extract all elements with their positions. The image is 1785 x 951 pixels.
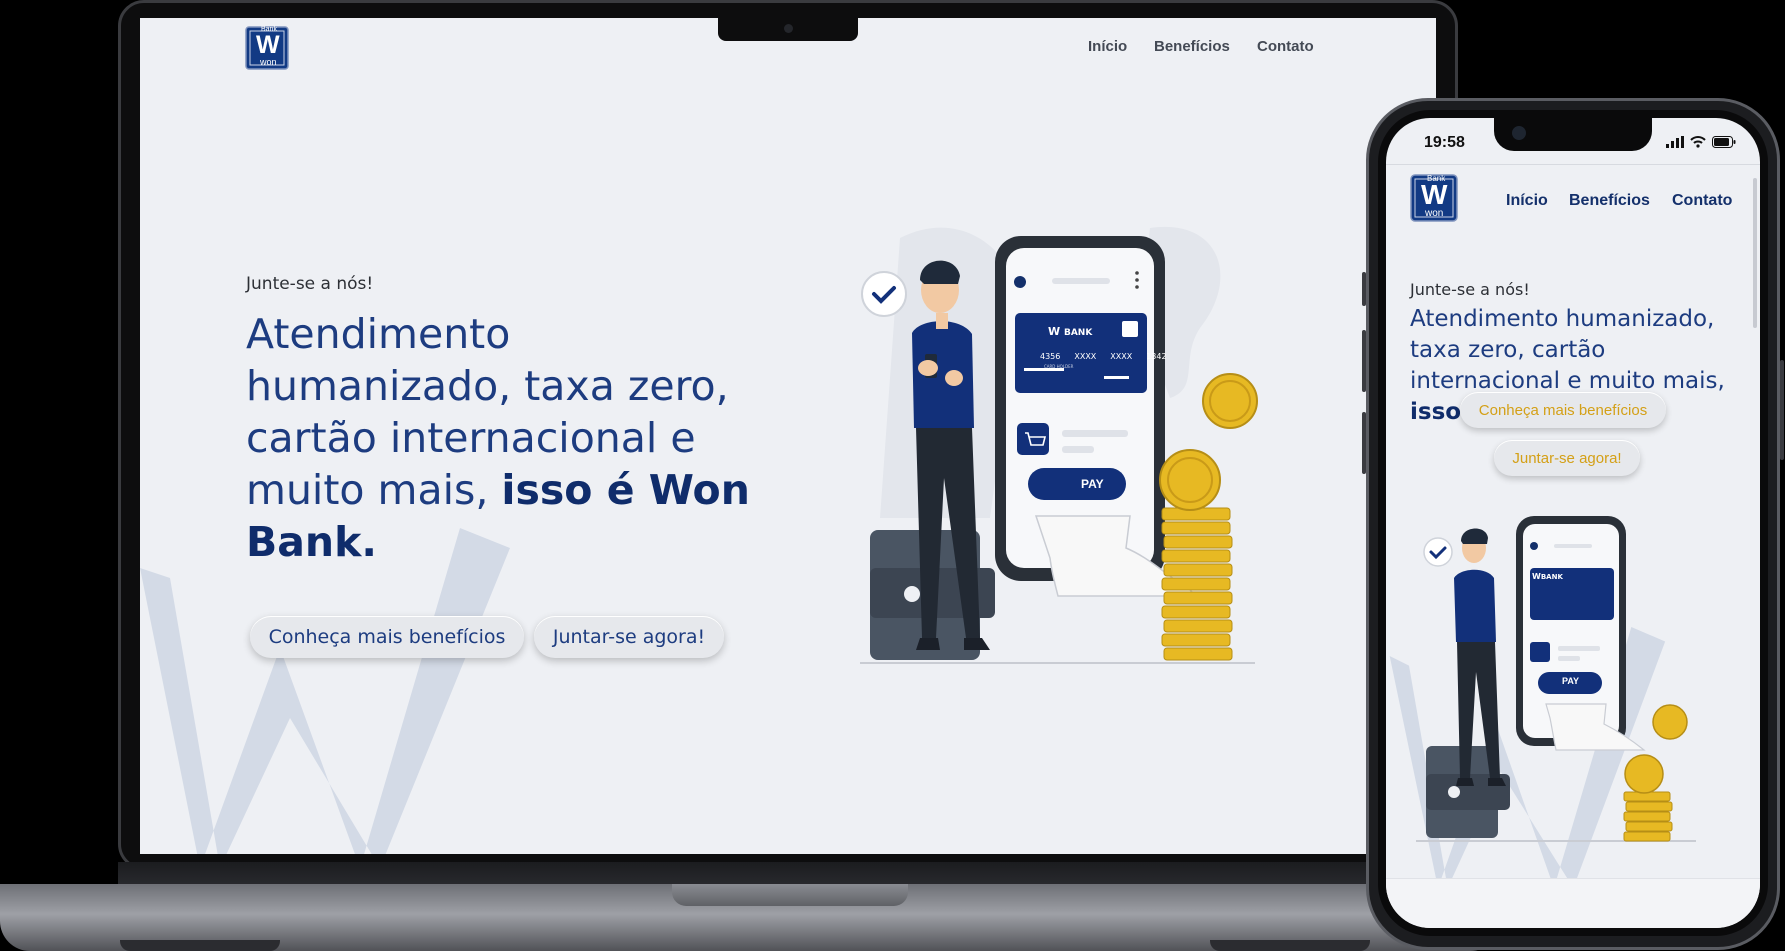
coin-stack-icon	[1623, 791, 1673, 842]
card-number: 4356 XXXX XXXX 1342	[1040, 352, 1167, 361]
hero-kicker: Junte-se a nós!	[1410, 280, 1530, 299]
status-icons	[1666, 136, 1736, 148]
hero-illustration	[1416, 516, 1696, 842]
phone-side-button	[1780, 360, 1784, 460]
pay-label: PAY	[1081, 477, 1104, 491]
laptop-notch	[718, 18, 858, 41]
laptop-base-notch	[672, 884, 908, 906]
phone-notch	[1494, 118, 1652, 151]
pay-button-illustration	[1028, 468, 1126, 500]
benefits-button[interactable]: Conheça mais benefícios	[250, 616, 524, 658]
card-number-group: XXXX	[1074, 352, 1097, 361]
nav-inicio[interactable]: Início	[1506, 192, 1548, 210]
card-brand-letter: W	[1048, 325, 1061, 338]
check-icon	[861, 271, 907, 317]
phone-screen: 19:58 Bank W won Início Benefícios Conta…	[1386, 118, 1760, 928]
bottom-bar	[1386, 878, 1760, 928]
scrollbar[interactable]	[1753, 178, 1757, 328]
status-time: 19:58	[1424, 134, 1465, 151]
camera-icon	[1512, 126, 1526, 140]
hero-kicker: Junte-se a nós!	[246, 274, 374, 294]
hero-headline-regular: Atendimento humanizado, taxa zero, cartã…	[1410, 306, 1725, 394]
mockup-stage: Bank W won Início Benefícios Contato Jun…	[0, 0, 1785, 951]
logo-bottom-text: won	[1425, 208, 1444, 219]
wifi-icon	[1690, 136, 1706, 148]
coin-icon	[1652, 704, 1688, 740]
card-brand-text: BANK	[1540, 573, 1563, 581]
laptop-screen: Bank W won Início Benefícios Contato Jun…	[140, 18, 1436, 854]
logo-letter: W	[256, 31, 280, 59]
card-number-group: XXXX	[1110, 352, 1133, 361]
logo-bottom-text: won	[260, 57, 277, 67]
check-icon	[1423, 537, 1453, 567]
pay-label: PAY	[1562, 676, 1580, 686]
coin-icon	[1624, 754, 1664, 794]
logo[interactable]: Bank W won	[245, 26, 289, 70]
logo-letter: W	[1421, 179, 1448, 210]
card-holder: CARD HOLDER	[1044, 364, 1074, 369]
nav-beneficios[interactable]: Benefícios	[1569, 192, 1650, 210]
battery-icon	[1712, 136, 1736, 148]
card-number-group: 1342	[1146, 352, 1167, 361]
card-number-group: 4356	[1040, 352, 1061, 361]
header-divider	[1386, 164, 1760, 165]
join-button[interactable]: Juntar-se agora!	[534, 616, 724, 658]
signal-icon	[1666, 136, 1684, 148]
card-brand-text: BANK	[1063, 328, 1093, 338]
hero-headline: Atendimento humanizado, taxa zero, cartã…	[246, 308, 776, 568]
laptop-foot	[1210, 940, 1370, 951]
coin-stack-icon	[1161, 507, 1233, 661]
logo[interactable]: Bank W won	[1410, 174, 1458, 222]
nav-contato[interactable]: Contato	[1672, 192, 1732, 210]
card-brand-letter: W	[1532, 572, 1541, 581]
card-brand: W BANK	[1048, 325, 1092, 338]
nav-contato[interactable]: Contato	[1257, 38, 1314, 55]
coin-icon	[1159, 449, 1221, 511]
card-brand: WBANK	[1532, 572, 1563, 581]
camera-icon	[784, 24, 793, 33]
benefits-button[interactable]: Conheça mais benefícios	[1460, 392, 1666, 428]
hero-illustration	[860, 226, 1258, 664]
nav-beneficios[interactable]: Benefícios	[1154, 38, 1230, 55]
coin-icon	[1202, 373, 1258, 429]
join-button[interactable]: Juntar-se agora!	[1494, 440, 1640, 476]
laptop-foot	[120, 940, 280, 951]
cart-icon	[1530, 642, 1550, 662]
nav-inicio[interactable]: Início	[1088, 38, 1127, 55]
